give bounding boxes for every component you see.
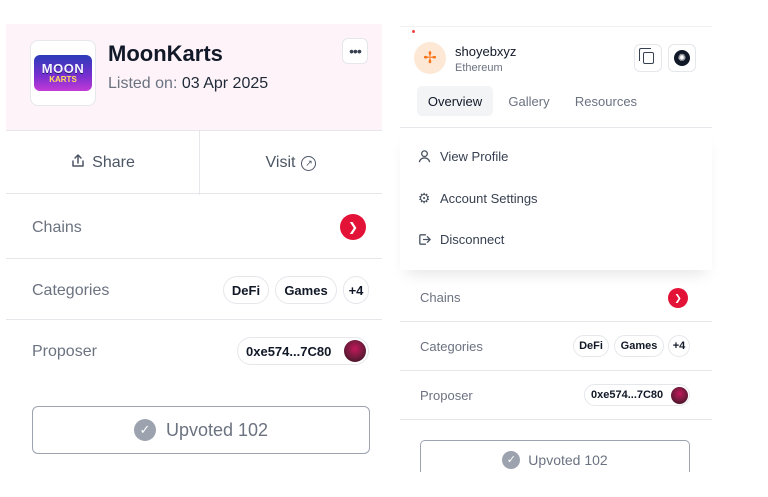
tab-resources[interactable]: Resources	[566, 86, 646, 116]
username: shoyebxyz	[455, 44, 517, 59]
menu-item-account-settings[interactable]: ⚙ Account Settings	[416, 190, 538, 206]
project-title: MoonKarts	[108, 41, 223, 66]
upvote-button[interactable]: ✓ Upvoted 102	[32, 406, 370, 454]
project-card-right: ✢ shoyebxyz Ethereum ✺ Overview Gallery …	[400, 26, 712, 472]
proposer-address: 0xe574...7C80	[246, 343, 332, 359]
listed-date-value: 03 Apr 2025	[181, 75, 269, 92]
upvote-label-right: Upvoted 102	[528, 451, 608, 468]
proposer-chip[interactable]: 0xe574...7C80	[237, 337, 369, 365]
upvote-label: Upvoted 102	[165, 419, 269, 440]
proposer-label: Proposer	[32, 343, 97, 360]
gear-icon: ⚙	[417, 189, 431, 206]
menu-item-disconnect[interactable]: Disconnect	[416, 231, 504, 247]
proposer-chip-right[interactable]: 0xe574...7C80	[584, 384, 690, 406]
visit-label: Visit	[265, 154, 296, 171]
disconnect-label: Disconnect	[440, 231, 505, 247]
proposer-avatar	[344, 340, 366, 362]
external-link-icon: ↗	[301, 155, 317, 171]
categories-label: Categories	[32, 282, 110, 299]
copy-icon	[638, 48, 654, 64]
share-button[interactable]: Share	[6, 131, 199, 195]
share-label: Share	[92, 154, 135, 171]
wallet-user-bar: ✢ shoyebxyz Ethereum ✺	[400, 26, 712, 74]
project-card-left: MOON KARTS MoonKarts Listed on: 03 Apr 2…	[6, 24, 382, 484]
categories-label-right: Categories	[420, 339, 483, 354]
project-logo: MOON KARTS	[30, 40, 96, 106]
logo-text-bottom: KARTS	[49, 75, 77, 84]
tab-bar: Overview Gallery Resources	[400, 84, 712, 128]
account-dropdown-menu: View Profile ⚙ Account Settings Disconne…	[400, 130, 712, 270]
hive-icon[interactable]: ❯	[668, 288, 688, 308]
proposer-address-right: 0xe574...7C80	[591, 389, 664, 401]
visit-button[interactable]: Visit ↗	[200, 131, 382, 195]
more-options-button[interactable]: •••	[342, 38, 368, 64]
chains-label-right: Chains	[420, 290, 461, 305]
top-divider	[400, 26, 712, 27]
tab-gallery[interactable]: Gallery	[500, 86, 558, 116]
logo-text-top: MOON	[41, 61, 85, 76]
listed-date: Listed on: 03 Apr 2025	[108, 75, 268, 93]
category-pill-defi[interactable]: DeFi	[223, 276, 269, 304]
categories-row: Categories DeFi Games +4	[6, 260, 382, 320]
category-more-pill[interactable]: +4	[343, 276, 369, 304]
network-name: Ethereum	[455, 62, 503, 74]
project-header: MOON KARTS MoonKarts Listed on: 03 Apr 2…	[6, 24, 382, 130]
category-pill-games-right[interactable]: Games	[614, 335, 664, 357]
chains-label: Chains	[32, 219, 82, 236]
more-horizontal-icon: •••	[349, 43, 362, 59]
check-circle-icon: ✓	[133, 419, 156, 441]
tab-overview[interactable]: Overview	[417, 86, 493, 116]
category-pill-defi-right[interactable]: DeFi	[573, 335, 609, 357]
proposer-row: Proposer 0xe574...7C80	[6, 321, 382, 381]
category-more-pill-right[interactable]: +4	[668, 335, 690, 357]
proposer-avatar-right	[671, 387, 688, 404]
moonkarts-logo-icon: MOON KARTS	[34, 55, 92, 91]
user-icon	[416, 148, 432, 164]
hive-icon[interactable]: ❯	[340, 214, 366, 240]
category-pill-games[interactable]: Games	[275, 276, 337, 304]
account-settings-label: Account Settings	[440, 190, 538, 206]
action-bar: Share Visit ↗	[6, 130, 382, 195]
chains-row-right: Chains ❯	[400, 278, 712, 322]
logout-icon	[416, 231, 432, 247]
categories-row-right: Categories DeFi Games +4	[400, 323, 712, 371]
view-profile-label: View Profile	[440, 148, 509, 164]
copy-address-button[interactable]	[634, 44, 662, 72]
proposer-label-right: Proposer	[420, 388, 473, 403]
menu-item-view-profile[interactable]: View Profile	[416, 148, 508, 164]
listed-prefix: Listed on:	[108, 75, 178, 92]
status-dot	[412, 30, 415, 33]
user-avatar-icon: ✢	[414, 42, 446, 74]
upvote-button-right[interactable]: ✓ Upvoted 102	[420, 440, 690, 472]
proposer-row-right: Proposer 0xe574...7C80	[400, 372, 712, 420]
network-switch-button[interactable]: ✺	[668, 44, 696, 72]
check-circle-icon: ✓	[502, 450, 521, 469]
chains-row: Chains ❯	[6, 195, 382, 259]
network-icon: ✺	[674, 50, 690, 66]
share-icon	[70, 153, 86, 174]
